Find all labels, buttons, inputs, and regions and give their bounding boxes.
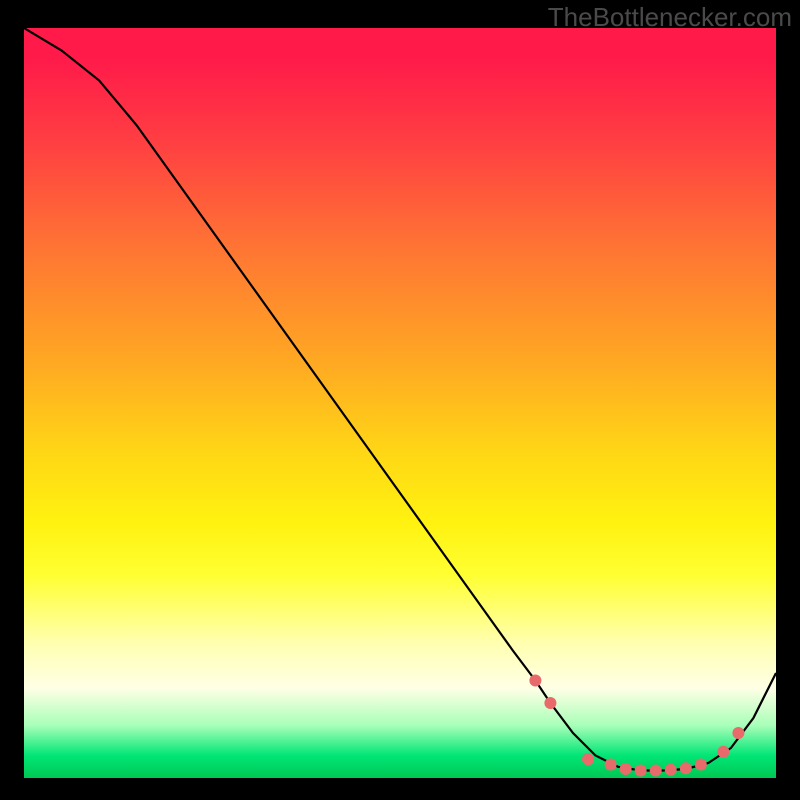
highlight-dot <box>680 762 692 774</box>
highlight-dot <box>635 765 647 777</box>
highlight-dot <box>605 759 617 771</box>
highlight-dot <box>695 759 707 771</box>
highlight-dot <box>717 746 729 758</box>
watermark-text: TheBottlenecker.com <box>548 2 792 33</box>
highlight-dot <box>529 675 541 687</box>
highlight-dot <box>544 697 556 709</box>
highlight-dot <box>650 765 662 777</box>
highlight-dot <box>665 764 677 776</box>
highlight-dot <box>620 763 632 775</box>
bottleneck-curve <box>24 28 776 771</box>
plot-area <box>24 28 776 778</box>
highlight-dot <box>732 727 744 739</box>
chart-svg <box>24 28 776 778</box>
highlight-dot <box>582 753 594 765</box>
